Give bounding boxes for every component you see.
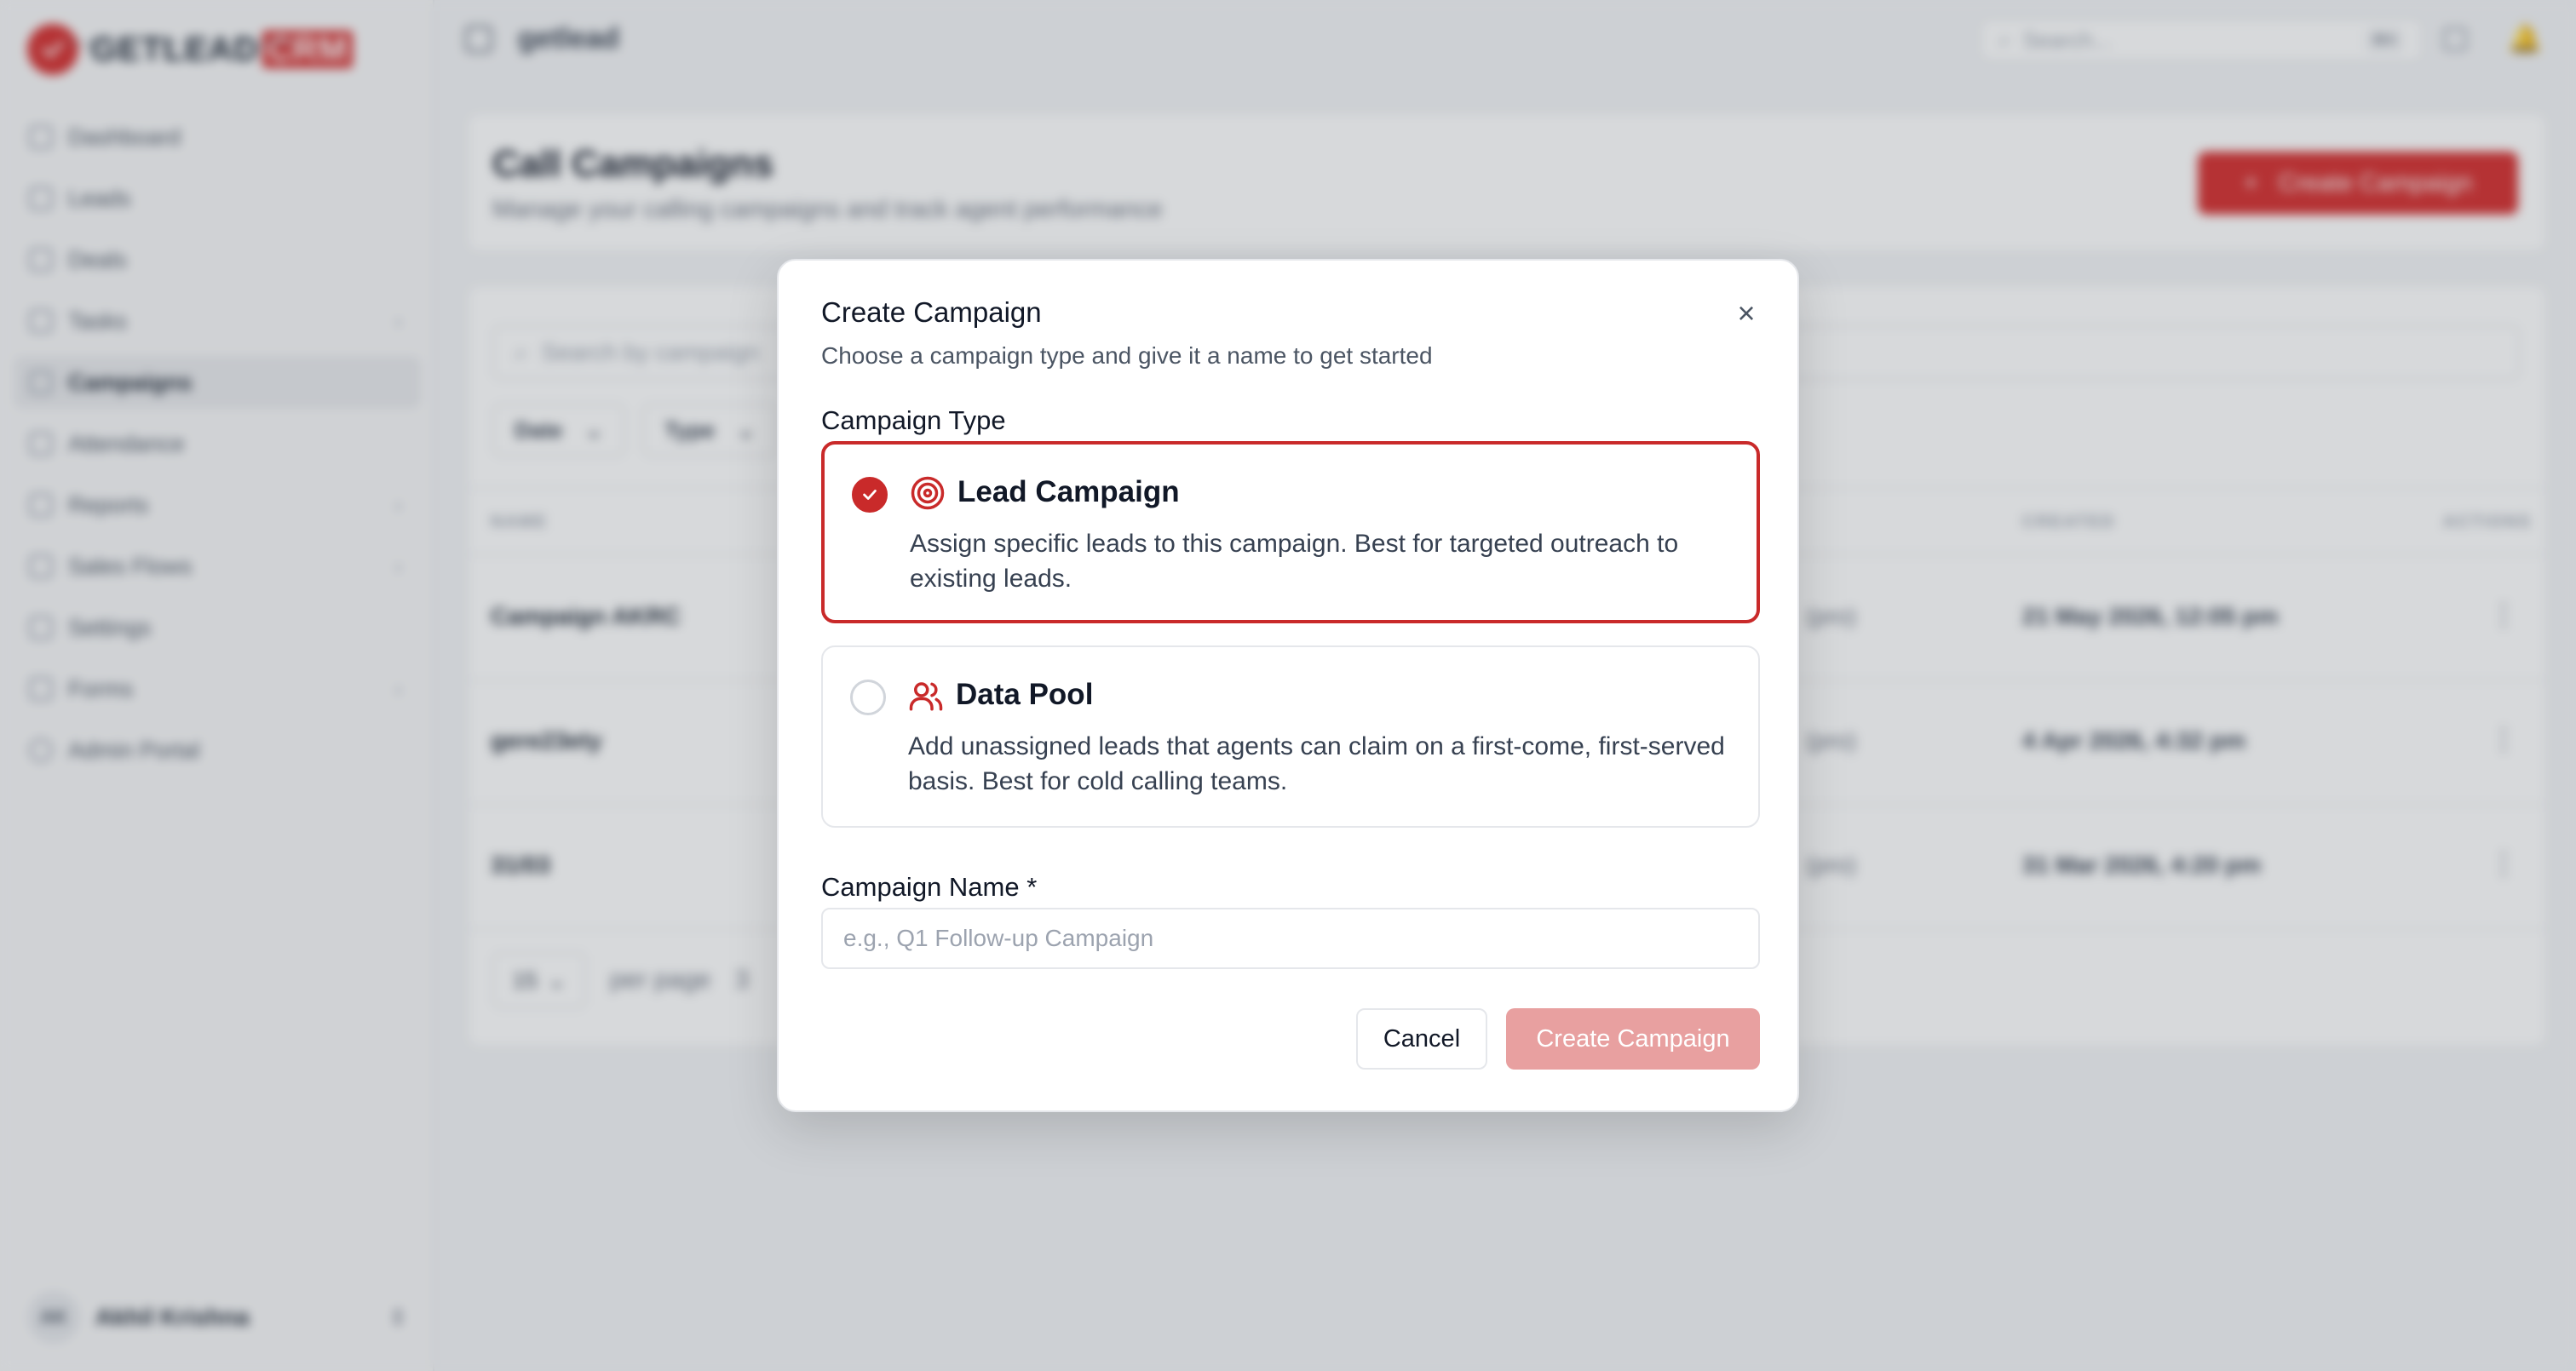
- cancel-button[interactable]: Cancel: [1356, 1008, 1487, 1070]
- dialog-title: Create Campaign: [821, 296, 1042, 328]
- campaign-name-label: Campaign Name *: [821, 872, 1038, 902]
- campaign-type-label: Campaign Type: [821, 405, 1006, 435]
- create-campaign-dialog: Create Campaign Choose a campaign type a…: [777, 259, 1799, 1112]
- radio-unchecked[interactable]: [850, 680, 886, 715]
- radio-checked[interactable]: [852, 477, 888, 513]
- create-campaign-submit-button[interactable]: Create Campaign: [1506, 1008, 1760, 1070]
- option-description: Assign specific leads to this campaign. …: [910, 530, 1679, 593]
- option-title: Lead Campaign: [957, 475, 1180, 508]
- users-icon: [909, 682, 943, 711]
- target-icon: [911, 476, 945, 510]
- campaign-name-input[interactable]: [821, 908, 1760, 969]
- option-lead-campaign[interactable]: Lead Campaign Assign specific leads to t…: [821, 441, 1760, 623]
- option-title: Data Pool: [956, 678, 1094, 711]
- option-description: Add unassigned leads that agents can cla…: [908, 732, 1725, 795]
- option-data-pool[interactable]: Data Pool Add unassigned leads that agen…: [821, 645, 1760, 828]
- dialog-description: Choose a campaign type and give it a nam…: [821, 342, 1433, 369]
- check-icon: [863, 490, 877, 500]
- close-icon[interactable]: ×: [1729, 296, 1763, 330]
